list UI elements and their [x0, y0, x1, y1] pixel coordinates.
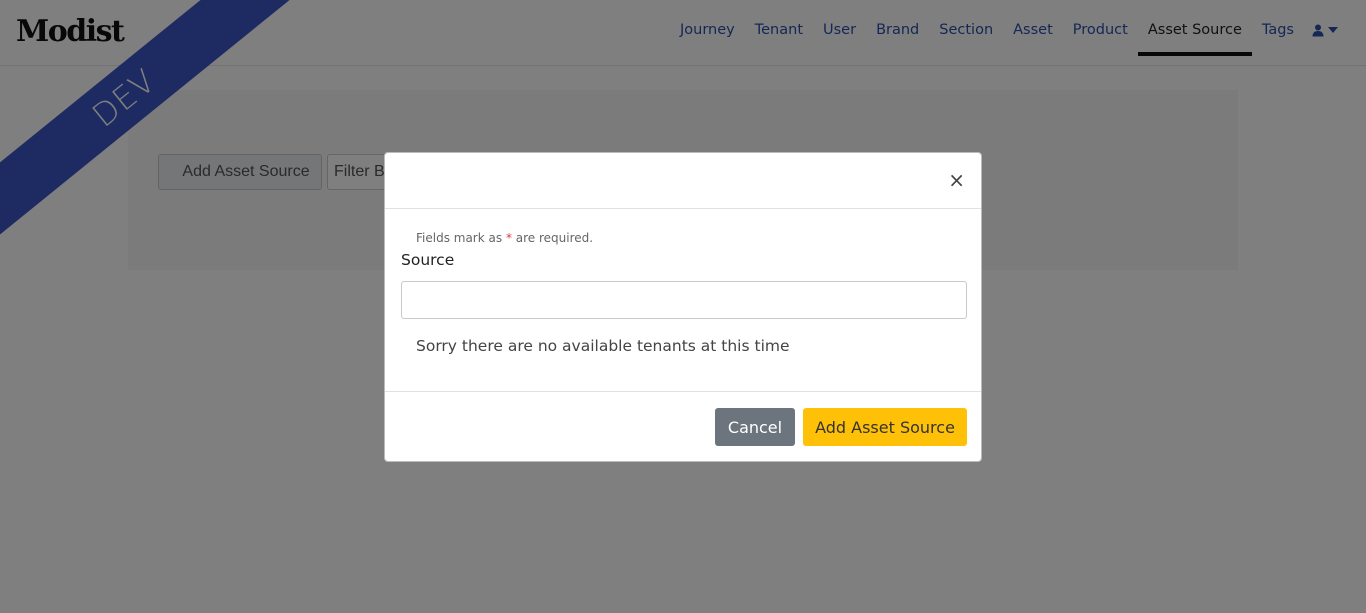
cancel-button[interactable]: Cancel: [715, 408, 795, 446]
modal-footer: Cancel Add Asset Source: [385, 392, 981, 462]
source-input[interactable]: [401, 281, 967, 319]
modal-body: Fields mark as * are required. Source So…: [385, 209, 981, 392]
required-fields-note: Fields mark as * are required.: [416, 231, 593, 245]
close-icon[interactable]: ×: [948, 170, 965, 190]
add-asset-source-modal: × Fields mark as * are required. Source …: [384, 152, 982, 462]
required-note-prefix: Fields mark as: [416, 231, 506, 245]
source-field-label: Source: [401, 251, 455, 269]
modal-header: ×: [385, 153, 981, 209]
required-note-suffix: are required.: [511, 231, 594, 245]
submit-add-asset-source-button[interactable]: Add Asset Source: [803, 408, 967, 446]
no-tenants-message: Sorry there are no available tenants at …: [416, 337, 790, 355]
